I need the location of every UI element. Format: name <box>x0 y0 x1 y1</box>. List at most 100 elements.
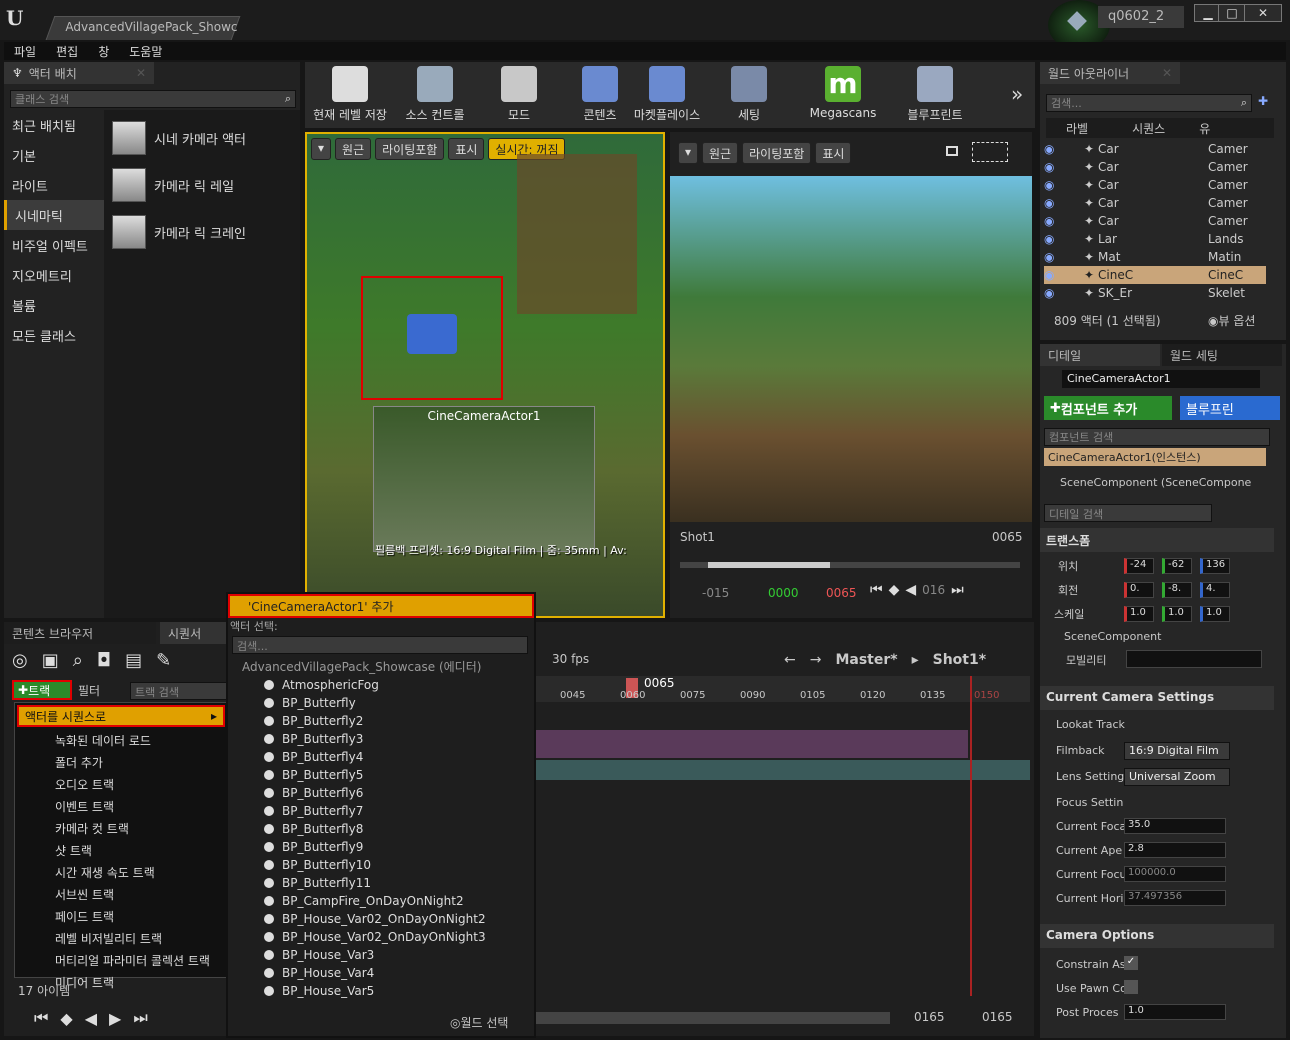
menu-fade-track[interactable]: 페이드 트랙 <box>15 905 227 927</box>
actor-root-row[interactable]: AdvancedVillagePack_Showcase (에디터) <box>228 656 534 676</box>
category-recent[interactable]: 최근 배치됨 <box>4 110 104 140</box>
viewport2-options-button[interactable]: ▾ <box>678 142 699 164</box>
breadcrumb-shot[interactable]: Shot1* <box>933 652 986 668</box>
actor-list-item[interactable]: BP_House_Var02_OnDayOnNight2 <box>228 910 534 928</box>
location-z[interactable]: 136 <box>1200 558 1230 574</box>
rotation-z[interactable]: 4. <box>1200 582 1230 598</box>
rotation-x[interactable]: 0. <box>1124 582 1154 598</box>
details-tab[interactable]: 디테일 <box>1040 344 1160 366</box>
timeline-scrollbar[interactable] <box>534 1012 890 1024</box>
actor-list-item[interactable]: BP_Butterfly5 <box>228 766 534 784</box>
time-ruler[interactable] <box>534 676 1030 702</box>
wrench-icon[interactable]: ✎ <box>156 650 171 671</box>
category-visual-effects[interactable]: 비주얼 이펙트 <box>4 230 104 260</box>
visibility-eye-icon[interactable]: ◉ <box>1044 160 1084 174</box>
blueprints-button[interactable]: 블루프린트 <box>895 62 975 128</box>
actor-name-field[interactable]: CineCameraActor1 <box>1062 370 1260 388</box>
actor-list-item[interactable]: BP_Butterfly7 <box>228 802 534 820</box>
content-button[interactable]: 콘텐츠 <box>567 62 633 128</box>
clapper-icon[interactable]: ▤ <box>125 650 142 671</box>
shot-timeline-bar[interactable] <box>680 562 1020 568</box>
mobility-toggle[interactable] <box>1126 650 1262 668</box>
menu-load-recorded[interactable]: 녹화된 데이터 로드 <box>15 729 227 751</box>
actor-list-item[interactable]: BP_House_Var3 <box>228 946 534 964</box>
world-select-button[interactable]: ◎ 월드 선택 <box>450 1014 508 1031</box>
tab-close-icon[interactable]: ✕ <box>136 66 146 80</box>
filmback-combo[interactable]: 16:9 Digital Film <box>1124 742 1230 760</box>
menu-event-track[interactable]: 이벤트 트랙 <box>15 795 227 817</box>
rotation-y[interactable]: -8. <box>1162 582 1192 598</box>
menu-audio-track[interactable]: 오디오 트랙 <box>15 773 227 795</box>
perspective-button[interactable]: 원근 <box>335 138 372 160</box>
visibility-eye-icon[interactable]: ◉ <box>1044 250 1084 264</box>
menu-file[interactable]: 파일 <box>4 43 46 60</box>
visibility-eye-icon[interactable]: ◉ <box>1044 214 1084 228</box>
outliner-row[interactable]: ◉ ✦ Car Camer <box>1044 194 1266 212</box>
filter-button[interactable]: 필터 <box>78 682 100 699</box>
settings-button[interactable]: 세팅 <box>719 62 779 128</box>
camera-icon[interactable]: ◘ <box>97 650 111 671</box>
component-instance-row[interactable]: CineCameraActor1(인스턴스) <box>1044 448 1266 466</box>
show2-button[interactable]: 표시 <box>815 142 852 164</box>
actor-list-item[interactable]: BP_Butterfly9 <box>228 838 534 856</box>
world-settings-tab[interactable]: 월드 세팅 <box>1162 344 1282 366</box>
location-x[interactable]: -24 <box>1124 558 1154 574</box>
constrain-checkbox[interactable]: ✓ <box>1124 956 1138 970</box>
place-item-rig-rail[interactable]: 카메라 릭 레일 <box>112 165 292 205</box>
menu-shot-track[interactable]: 샷 트랙 <box>15 839 227 861</box>
category-volumes[interactable]: 볼륨 <box>4 290 104 320</box>
menu-actor-to-sequence[interactable]: 액터를 시퀀스로 ▸ <box>17 705 225 727</box>
shot-section[interactable] <box>534 730 968 758</box>
track-section[interactable] <box>534 760 1030 780</box>
focal-length-field[interactable]: 35.0 <box>1124 818 1226 834</box>
lens-combo[interactable]: Universal Zoom <box>1124 768 1230 786</box>
add-cine-camera-item[interactable]: 'CineCameraActor1' 추가 <box>228 594 534 618</box>
viewport-options-button[interactable]: ▾ <box>311 138 332 160</box>
visibility-eye-icon[interactable]: ◉ <box>1044 268 1084 282</box>
menu-edit[interactable]: 편집 <box>46 43 88 60</box>
prev-key-icon[interactable]: ◆ <box>60 1009 72 1028</box>
save-current-button[interactable]: 현재 레벨 저장 <box>307 62 393 128</box>
actor-list-item[interactable]: BP_Butterfly3 <box>228 730 534 748</box>
perspective2-button[interactable]: 원근 <box>702 142 739 164</box>
outliner-row[interactable]: ◉ ✦ SK_Er Skelet <box>1044 284 1266 302</box>
actor-list-item[interactable]: BP_CampFire_OnDayOnNight2 <box>228 892 534 910</box>
marketplace-button[interactable]: 마켓플레이스 <box>631 62 703 128</box>
scene-component-row[interactable]: SceneComponent (SceneCompone <box>1060 476 1251 489</box>
prev-key-icon[interactable]: ◆ <box>889 582 900 598</box>
menu-camera-cut-track[interactable]: 카메라 컷 트랙 <box>15 817 227 839</box>
actor-list-item[interactable]: AtmosphericFog <box>228 676 534 694</box>
actor-list-item[interactable]: BP_Butterfly2 <box>228 712 534 730</box>
aperture-field[interactable]: 2.8 <box>1124 842 1226 858</box>
level-viewport[interactable]: ▾ 원근 라이팅포함 표시 실시간: 꺼짐 CineCameraActor1 필… <box>305 132 665 618</box>
sequencer-tab[interactable]: 시퀀서 <box>160 622 228 644</box>
visibility-eye-icon[interactable]: ◉ <box>1044 142 1084 156</box>
detail-search-input[interactable]: 디테일 검색 <box>1044 504 1212 522</box>
add-component-button[interactable]: ✚ 컴포넌트 추가 <box>1044 396 1172 420</box>
actor-list-item[interactable]: BP_House_Var4 <box>228 964 534 982</box>
use-pawn-checkbox[interactable] <box>1124 980 1138 994</box>
outliner-row[interactable]: ◉ ✦ Car Camer <box>1044 158 1266 176</box>
place-item-rig-crane[interactable]: 카메라 릭 크레인 <box>112 212 292 252</box>
outliner-row[interactable]: ◉ ✦ Mat Matin <box>1044 248 1266 266</box>
scale-x[interactable]: 1.0 <box>1124 606 1154 622</box>
component-search-input[interactable]: 컴포넌트 검색 <box>1044 428 1270 446</box>
place-item-cine-camera[interactable]: 시네 카메라 액터 <box>112 118 292 158</box>
outliner-row[interactable]: ◉ ✦ Lar Lands <box>1044 230 1266 248</box>
actor-list-item[interactable]: BP_Butterfly10 <box>228 856 534 874</box>
visibility-eye-icon[interactable]: ◉ <box>1044 178 1084 192</box>
actor-list-item[interactable]: BP_House_Var5 <box>228 982 534 1000</box>
jump-start-icon[interactable]: ⏮ <box>34 1008 48 1028</box>
actor-list-item[interactable]: BP_Butterfly11 <box>228 874 534 892</box>
fps-combo[interactable]: 30 fps <box>552 652 589 666</box>
play-icon[interactable]: ▶ <box>109 1009 121 1028</box>
outliner-row[interactable]: ◉ ✦ Car Camer <box>1044 140 1266 158</box>
lookat-label[interactable]: Lookat Track <box>1056 718 1125 731</box>
world-outliner-tab[interactable]: 월드 아웃라이너 ✕ <box>1040 62 1180 84</box>
category-lights[interactable]: 라이트 <box>4 170 104 200</box>
camera-options-section[interactable]: Camera Options <box>1040 924 1274 948</box>
outliner-row[interactable]: ◉ ✦ Car Camer <box>1044 212 1266 230</box>
menu-window[interactable]: 창 <box>88 43 119 60</box>
category-cinematic[interactable]: 시네마틱 <box>4 200 104 230</box>
col-sequence[interactable]: 시퀀스 <box>1132 120 1165 137</box>
